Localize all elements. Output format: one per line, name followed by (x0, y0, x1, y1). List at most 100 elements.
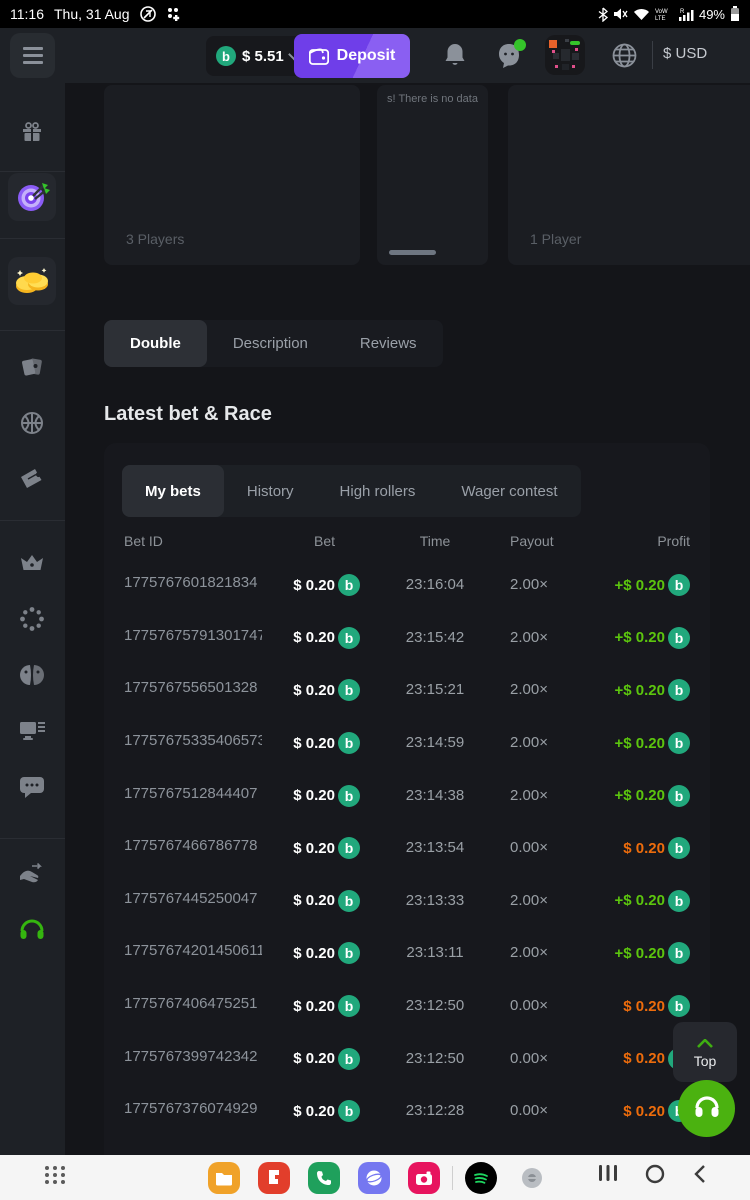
phone-app-icon[interactable] (308, 1162, 340, 1194)
sidebar-item-double-game[interactable] (8, 173, 56, 221)
files-app-icon[interactable] (208, 1162, 240, 1194)
battery-icon (730, 6, 740, 22)
camera-app-icon[interactable] (408, 1162, 440, 1194)
header-divider (652, 41, 653, 69)
app-updates-icon (166, 6, 180, 22)
sidebar-item-bonus[interactable] (8, 595, 56, 643)
bet-id-cell: 1775767406475251 (124, 995, 262, 1012)
bet-id-cell: 1775767556501328 (124, 679, 262, 696)
sidebar-item-support[interactable] (8, 905, 56, 953)
language-globe-icon[interactable] (612, 43, 637, 68)
bet-amount: $ 0.20 (293, 998, 335, 1015)
scroll-to-top-button[interactable]: Top (673, 1022, 737, 1082)
sidebar-item-gift[interactable] (8, 107, 56, 155)
bets-table-header: Bet ID Bet Time Payout Profit (124, 533, 690, 549)
signal-icon: R (678, 8, 694, 21)
recent-app-icon[interactable] (522, 1168, 542, 1188)
bets-tab-wager-contest[interactable]: Wager contest (438, 465, 580, 517)
svg-text:VoW: VoW (655, 9, 668, 15)
bet-row[interactable]: 1775767399742342 $ 0.20 b 23:12:50 0.00×… (124, 1032, 690, 1085)
browser-app-icon[interactable] (358, 1162, 390, 1194)
currency-selector[interactable]: $ USD (663, 45, 707, 62)
bet-id-cell: 1775767512844407 (124, 785, 262, 802)
bet-row[interactable]: 17757674201450611 $ 0.20 b 23:13:11 2.00… (124, 927, 690, 980)
sidebar-item-forum[interactable] (8, 763, 56, 811)
bet-id-cell: 17757675335406573 (124, 732, 262, 749)
sidebar-item-affiliate[interactable] (8, 651, 56, 699)
gift-icon (20, 119, 44, 143)
bet-profit-amount: $ 0.20 (623, 1050, 665, 1067)
sidebar-item-my-bets[interactable] (8, 455, 56, 503)
game-panel-left[interactable]: 3 Players (104, 85, 360, 265)
bet-time-cell: 23:15:42 (406, 629, 464, 646)
bet-row[interactable]: 1775767512844407 $ 0.20 b 23:14:38 2.00×… (124, 769, 690, 822)
app-header: b $ 5.51 Deposit $ USD (0, 28, 750, 83)
sidebar-item-sports[interactable] (8, 399, 56, 447)
game-panel-middle[interactable]: s! There is no data (377, 85, 488, 265)
bet-time-cell: 23:16:04 (406, 576, 464, 593)
chat-icon[interactable] (496, 43, 522, 69)
coin-icon: b (338, 574, 360, 596)
taskbar-divider (452, 1166, 453, 1190)
bets-tab-high-rollers[interactable]: High rollers (317, 465, 439, 517)
bet-row[interactable]: 1775767601821834 $ 0.20 b 23:16:04 2.00×… (124, 559, 690, 612)
bet-profit-amount: +$ 0.20 (615, 682, 665, 699)
top-label: Top (694, 1053, 717, 1069)
sidebar-item-vip[interactable] (8, 539, 56, 587)
home-nav-button[interactable] (645, 1164, 665, 1189)
coin-icon: b (668, 995, 690, 1017)
back-nav-button[interactable] (694, 1164, 706, 1189)
main-content: 3 Players s! There is no data 1 Player D… (65, 83, 750, 1155)
bet-row[interactable]: 1775767376074929 $ 0.20 b 23:12:28 0.00×… (124, 1085, 690, 1138)
app-drawer-icon[interactable] (45, 1166, 66, 1184)
bets-tab-my-bets[interactable]: My bets (122, 465, 224, 517)
wallet-icon (309, 48, 329, 65)
coin-icon: b (668, 785, 690, 807)
sidebar-item-gold-coins[interactable] (8, 257, 56, 305)
bet-id-cell: 1775767601821834 (124, 574, 262, 591)
avatar[interactable] (545, 35, 585, 75)
bet-row[interactable]: 17757675791301747 $ 0.20 b 23:15:42 2.00… (124, 612, 690, 665)
bets-card: My betsHistoryHigh rollersWager contest … (104, 443, 710, 1155)
svg-text:R: R (680, 9, 685, 15)
bet-profit-amount: +$ 0.20 (615, 787, 665, 804)
tab-double[interactable]: Double (104, 320, 207, 367)
bet-id-cell: 1775767376074929 (124, 1100, 262, 1117)
bet-amount: $ 0.20 (293, 1103, 335, 1120)
food-app-icon[interactable] (258, 1162, 290, 1194)
tab-description[interactable]: Description (207, 320, 334, 367)
bets-tab-history[interactable]: History (224, 465, 317, 517)
game-panel-right[interactable]: 1 Player (508, 85, 750, 265)
live-support-button[interactable] (678, 1080, 735, 1137)
spotify-app-icon[interactable] (465, 1162, 497, 1194)
coin-icon: b (216, 46, 236, 66)
sidebar-item-casino-cards[interactable] (8, 343, 56, 391)
bet-payout-cell: 2.00× (510, 734, 548, 751)
sidebar-item-providers[interactable] (8, 707, 56, 755)
darts-target-icon (14, 179, 50, 215)
headphones-icon (19, 917, 45, 941)
coin-icon: b (668, 837, 690, 859)
coin-icon: b (668, 574, 690, 596)
bet-time-cell: 23:14:38 (406, 787, 464, 804)
status-time: 11:16 (10, 6, 44, 22)
bet-profit-amount: +$ 0.20 (615, 577, 665, 594)
bet-row[interactable]: 1775767406475251 $ 0.20 b 23:12:50 0.00×… (124, 980, 690, 1033)
tab-reviews[interactable]: Reviews (334, 320, 443, 367)
sidebar-item-swap[interactable] (8, 849, 56, 897)
deposit-button[interactable]: Deposit (294, 34, 410, 78)
bet-row[interactable]: 1775767445250047 $ 0.20 b 23:13:33 2.00×… (124, 875, 690, 928)
bet-row[interactable]: 1775767466786778 $ 0.20 b 23:13:54 0.00×… (124, 822, 690, 875)
notification-badge-icon (140, 6, 156, 22)
online-dot (514, 39, 526, 51)
status-bar: 11:16 Thu, 31 Aug VoWLTE R (0, 0, 750, 28)
bet-row[interactable]: 1775767556501328 $ 0.20 b 23:15:21 2.00×… (124, 664, 690, 717)
col-profit: Profit (602, 533, 690, 549)
bet-row[interactable]: 17757675335406573 $ 0.20 b 23:14:59 2.00… (124, 717, 690, 770)
bets-tabs: My betsHistoryHigh rollersWager contest (122, 465, 581, 517)
recents-nav-button[interactable] (598, 1164, 618, 1187)
bet-id-cell: 1775767466786778 (124, 837, 262, 854)
notifications-bell-icon[interactable] (443, 43, 467, 69)
menu-button[interactable] (10, 33, 55, 78)
coin-icon: b (668, 732, 690, 754)
